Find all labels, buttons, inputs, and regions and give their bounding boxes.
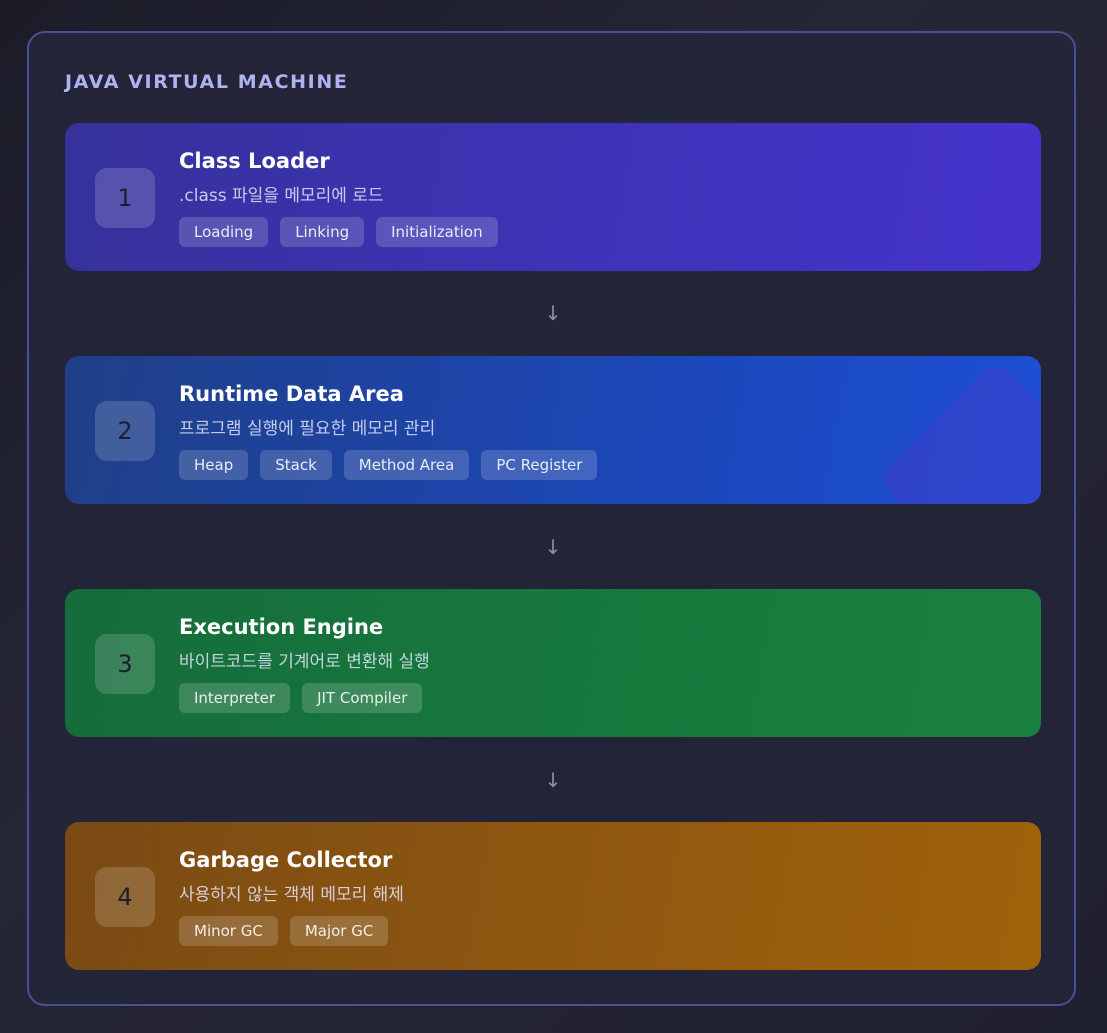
stage-title: Runtime Data Area	[179, 382, 404, 406]
tag-jit-compiler: JIT Compiler	[302, 683, 423, 713]
tag-initialization: Initialization	[376, 217, 498, 247]
stage-class-loader: 1 Class Loader .class 파일을 메모리에 로드 Loadin…	[65, 123, 1041, 271]
stage-description: .class 파일을 메모리에 로드	[179, 186, 384, 206]
stage-title: Execution Engine	[179, 615, 384, 639]
tag-list: Interpreter JIT Compiler	[179, 683, 423, 713]
tag-method-area: Method Area	[343, 450, 470, 480]
tag-interpreter: Interpreter	[179, 683, 291, 713]
step-number-badge: 1	[95, 168, 155, 228]
stage-description: 프로그램 실행에 필요한 메모리 관리	[179, 419, 436, 439]
flow-arrow-icon: ↓	[544, 535, 562, 559]
tag-linking: Linking	[280, 217, 365, 247]
tag-list: Heap Stack Method Area PC Register	[179, 450, 598, 480]
stage-description: 바이트코드를 기계어로 변환해 실행	[179, 652, 430, 672]
tag-stack: Stack	[260, 450, 332, 480]
tag-major-gc: Major GC	[289, 916, 389, 946]
stage-runtime-data-area: 2 Runtime Data Area 프로그램 실행에 필요한 메모리 관리 …	[65, 356, 1041, 504]
step-number-badge: 3	[95, 634, 155, 694]
stage-title: Garbage Collector	[179, 848, 393, 872]
step-number-badge: 2	[95, 401, 155, 461]
diagram-title: JAVA VIRTUAL MACHINE	[65, 71, 349, 93]
tag-pc-register: PC Register	[481, 450, 598, 480]
flow-arrow-icon: ↓	[544, 768, 562, 792]
tag-heap: Heap	[179, 450, 249, 480]
stage-garbage-collector: 4 Garbage Collector 사용하지 않는 객체 메모리 해제 Mi…	[65, 822, 1041, 970]
tag-loading: Loading	[179, 217, 269, 247]
stage-description: 사용하지 않는 객체 메모리 해제	[179, 885, 404, 905]
stage-title: Class Loader	[179, 149, 330, 173]
tag-list: Minor GC Major GC	[179, 916, 389, 946]
tag-list: Loading Linking Initialization	[179, 217, 498, 247]
tag-minor-gc: Minor GC	[179, 916, 278, 946]
flow-arrow-icon: ↓	[544, 301, 562, 325]
step-number-badge: 4	[95, 867, 155, 927]
jvm-container: JAVA VIRTUAL MACHINE 1 Class Loader .cla…	[27, 31, 1076, 1006]
stage-execution-engine: 3 Execution Engine 바이트코드를 기계어로 변환해 실행 In…	[65, 589, 1041, 737]
